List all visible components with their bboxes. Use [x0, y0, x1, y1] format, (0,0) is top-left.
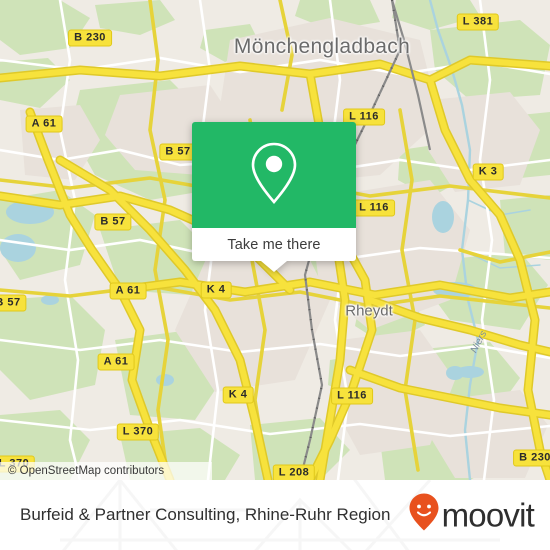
map-pin-icon — [247, 140, 301, 211]
road-shield: K 4 — [200, 281, 232, 299]
take-me-there-label: Take me there — [227, 236, 321, 253]
popup-image-area — [192, 122, 356, 228]
road-shield: A 61 — [25, 115, 63, 133]
place-label-city: Mönchengladbach — [233, 35, 411, 58]
road-shield: K 4 — [222, 386, 254, 404]
place-label-town: Rheydt — [345, 302, 393, 320]
moovit-wordmark: moovit — [441, 496, 535, 534]
location-popup-card[interactable]: Take me there — [192, 122, 356, 261]
road-shield: L 116 — [331, 387, 373, 405]
take-me-there-button[interactable]: Take me there — [192, 228, 356, 261]
road-shield: B 230 — [68, 29, 112, 47]
moovit-logo[interactable]: moovit — [408, 493, 535, 538]
road-shield: L 370 — [116, 423, 160, 441]
moovit-pin-smiley-icon — [408, 493, 440, 538]
map-attribution[interactable]: © OpenStreetMap contributors — [0, 462, 212, 480]
road-shield: L 208 — [272, 464, 316, 480]
road-shield: A 61 — [97, 353, 135, 371]
road-shield: B 57 — [0, 294, 27, 312]
road-shield: L 116 — [353, 199, 395, 217]
footer-bar: Burfeid & Partner Consulting, Rhine-Ruhr… — [0, 480, 550, 550]
map-canvas[interactable]: Mönchengladbach Rheydt Niers B 230 L 381… — [0, 0, 550, 480]
road-shield: B 57 — [94, 213, 132, 231]
road-shield: B 230 — [513, 449, 550, 467]
road-shield: K 3 — [472, 163, 504, 181]
moovit-map-screenshot: Mönchengladbach Rheydt Niers B 230 L 381… — [0, 0, 550, 550]
page-title: Burfeid & Partner Consulting, Rhine-Ruhr… — [20, 505, 391, 524]
road-shield: A 61 — [109, 282, 147, 300]
attribution-text: © OpenStreetMap contributors — [8, 465, 165, 477]
road-shield: L 381 — [456, 13, 500, 31]
